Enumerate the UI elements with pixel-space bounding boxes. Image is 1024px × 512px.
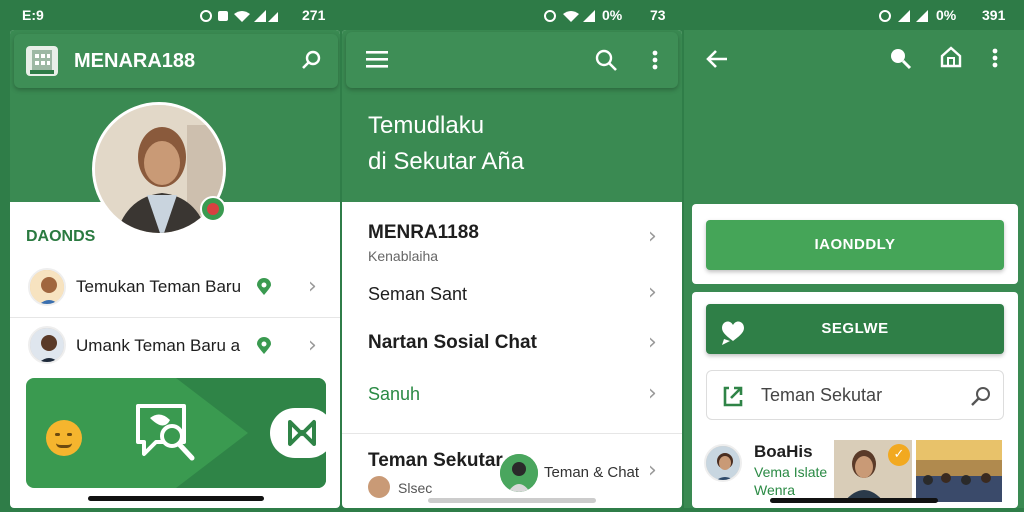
- share-icon: [721, 384, 745, 413]
- chevron-right-icon: ›: [648, 381, 657, 406]
- heart-chat-icon: [720, 316, 746, 366]
- promo-banner[interactable]: [26, 378, 326, 488]
- app-bar: [346, 32, 678, 88]
- online-badge-icon: [200, 196, 226, 222]
- chevron-right-icon: ›: [648, 280, 657, 305]
- status-battery-2: 0%: [602, 7, 623, 23]
- status-time-left: E:9: [22, 7, 44, 23]
- connect-icon[interactable]: [270, 408, 326, 458]
- chevron-right-icon: ›: [308, 333, 317, 358]
- list-item-label: Umank Teman Baru a: [76, 336, 241, 355]
- search-icon[interactable]: [969, 384, 993, 413]
- user-avatar: [704, 444, 742, 482]
- status-icons-3: [878, 7, 934, 24]
- chevron-right-icon: ›: [648, 458, 657, 483]
- photo-thumbnail[interactable]: ✓: [834, 440, 912, 502]
- location-pin-icon: [256, 337, 272, 360]
- bottom-card-subtitle: Slsec: [398, 480, 433, 496]
- app-title: MENARA188: [74, 50, 196, 72]
- chat-search-icon: [134, 402, 204, 471]
- profile-card-title: BoaHis: [754, 442, 813, 461]
- search-icon[interactable]: [300, 48, 324, 77]
- photo-thumbnail[interactable]: [916, 440, 1002, 502]
- screen-profile: MENARA188 DAONDS Temukan Teman Baru › Um…: [10, 30, 340, 508]
- status-time-3: 391: [982, 7, 1006, 23]
- friend-avatar: [28, 326, 66, 364]
- profile-card[interactable]: BoaHis Vema Islate Wenra ✓: [692, 434, 1018, 508]
- list-item-subtitle: Kenablaiha: [368, 248, 439, 264]
- search-icon[interactable]: [594, 48, 618, 77]
- list-item-new-friends[interactable]: Umank Teman Baru a ›: [10, 318, 340, 378]
- chat-avatar[interactable]: [500, 454, 538, 492]
- app-logo-icon: [26, 46, 58, 76]
- chevron-right-icon: ›: [648, 224, 657, 249]
- list-item-title: MENRA1188: [368, 222, 479, 243]
- list-item-seman[interactable]: Seman Sant ›: [342, 274, 682, 324]
- list-item-find-friends[interactable]: Temukan Teman Baru ›: [10, 258, 340, 318]
- hero-title-line2: di Sekutar Aña: [368, 148, 525, 175]
- card-bottom: SEGLWE Teman Sekutar BoaHis Vema Islate …: [692, 292, 1018, 508]
- status-battery-3: 0%: [936, 7, 957, 23]
- status-time-2: 73: [650, 7, 666, 23]
- secondary-button[interactable]: SEGLWE: [706, 304, 1004, 354]
- profile-card-subtitle: Vema Islate: [754, 464, 828, 480]
- more-vert-icon[interactable]: [992, 48, 998, 73]
- list-item-social-chat[interactable]: Nartan Sosial Chat ›: [342, 324, 682, 374]
- list-item-menara[interactable]: MENRA1188 Kenablaiha ›: [342, 210, 682, 274]
- primary-button[interactable]: IAONDDLY: [706, 220, 1004, 270]
- home-indicator: [428, 498, 596, 503]
- list-item-label: Temukan Teman Baru: [76, 277, 242, 296]
- chevron-right-icon: ›: [648, 330, 657, 355]
- secondary-button-label: SEGLWE: [821, 320, 889, 337]
- status-icons-2: [543, 7, 601, 24]
- user-avatar: [368, 476, 390, 498]
- home-icon[interactable]: [940, 46, 962, 73]
- profile-card-subtitle2: Wenra: [754, 482, 795, 498]
- home-indicator: [770, 498, 938, 503]
- status-icons-1: [200, 7, 280, 24]
- card-top: IAONDDLY: [692, 204, 1018, 284]
- more-vert-icon[interactable]: [652, 50, 658, 75]
- chat-label[interactable]: Teman & Chat: [544, 464, 639, 481]
- status-time-1: 271: [302, 7, 326, 23]
- list-item-title: Nartan Sosial Chat: [368, 332, 537, 353]
- chevron-right-icon: ›: [308, 274, 317, 299]
- app-bar: [684, 30, 1024, 90]
- list-item-title: Sanuh: [368, 384, 421, 404]
- app-bar: MENARA188: [14, 34, 338, 88]
- menu-icon[interactable]: [366, 50, 388, 73]
- status-bar: E:9 271 0% 73 0% 391: [0, 0, 1024, 30]
- like-badge-icon: ✓: [888, 444, 910, 466]
- screen-discover: Temudlaku di Sekutar Aña MENRA1188 Kenab…: [342, 30, 682, 508]
- back-arrow-icon[interactable]: [706, 50, 728, 73]
- search-field-value: Teman Sekutar: [761, 385, 883, 405]
- emoji-icon: [46, 420, 82, 456]
- list-item-sanuh[interactable]: Sanuh ›: [342, 374, 682, 434]
- hero-title-line1: Temudlaku: [368, 112, 485, 139]
- screen-nearby: IAONDDLY SEGLWE Teman Sekutar BoaHis Vem…: [684, 30, 1024, 508]
- list-item-title: Seman Sant: [368, 284, 468, 304]
- search-field[interactable]: Teman Sekutar: [706, 370, 1004, 420]
- search-icon[interactable]: [888, 46, 912, 75]
- home-indicator: [88, 496, 264, 501]
- friend-avatar: [28, 268, 66, 306]
- location-pin-icon: [256, 278, 272, 301]
- section-label: DAONDS: [26, 228, 96, 245]
- bottom-card-title: Teman Sekutar: [368, 450, 503, 471]
